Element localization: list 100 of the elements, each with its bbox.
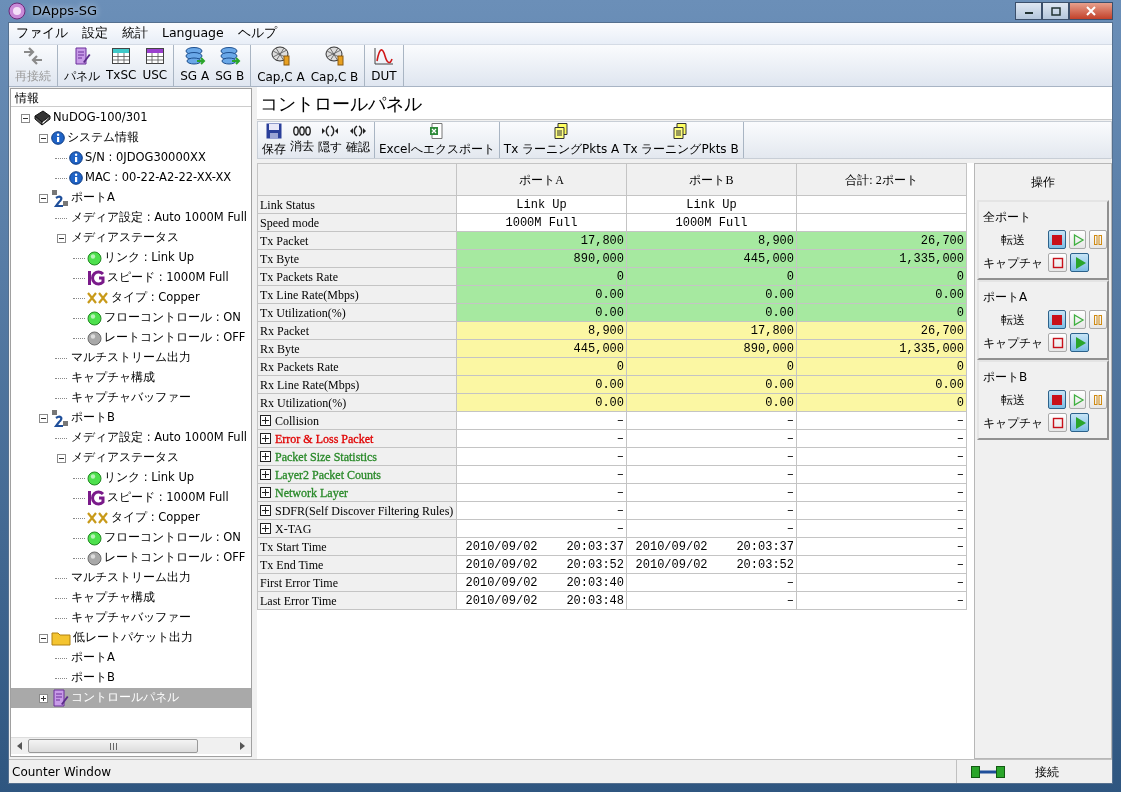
tree-item[interactable]: メディア設定 : Auto 1000M Full: [69, 209, 248, 227]
tree-item[interactable]: メディア設定 : Auto 1000M Full: [69, 429, 248, 447]
stop-button[interactable]: [1048, 230, 1066, 249]
play-button[interactable]: [1068, 390, 1087, 409]
collapse-toggle[interactable]: [56, 233, 66, 243]
expand-toggle[interactable]: [260, 469, 271, 480]
toolbar-button[interactable]: 隠す: [316, 122, 344, 158]
table-cell: 0: [956, 359, 964, 374]
collapse-toggle[interactable]: [20, 113, 30, 123]
toolbar-button[interactable]: Cap,C B: [307, 45, 362, 86]
table-cell: 2010/09/02 20:03:52: [635, 557, 794, 572]
table-cell: 2010/09/02 20:03:48: [465, 593, 624, 608]
expand-toggle[interactable]: [260, 505, 271, 516]
pause-button[interactable]: [1089, 230, 1107, 249]
tree-item[interactable]: ポートA: [69, 649, 115, 667]
close-button[interactable]: [1069, 2, 1113, 20]
tree-item[interactable]: フローコントロール : ON: [102, 529, 241, 547]
tree-item[interactable]: リンク : Link Up: [102, 249, 195, 267]
tree-item[interactable]: リンク : Link Up: [102, 469, 195, 487]
tree-item[interactable]: システム情報: [65, 129, 139, 147]
expand-toggle[interactable]: [260, 415, 271, 426]
pause-button[interactable]: [1089, 310, 1107, 329]
tree-item[interactable]: レートコントロール : OFF: [102, 329, 246, 347]
menu-item[interactable]: 設定: [75, 24, 115, 43]
toolbar-button[interactable]: Cap,C A: [254, 45, 308, 86]
expand-toggle[interactable]: [260, 451, 271, 462]
tree-item[interactable]: タイプ : Copper: [109, 509, 200, 527]
collapse-toggle[interactable]: [56, 453, 66, 463]
tree-item[interactable]: S/N : 0JDOG30000XX: [83, 149, 206, 167]
tree-item[interactable]: ポートB: [69, 409, 115, 427]
tree-item[interactable]: NuDOG-100/301: [51, 109, 148, 127]
toolbar-button[interactable]: Excelへエクスポート: [377, 122, 497, 158]
tree-item[interactable]: タイプ : Copper: [109, 289, 200, 307]
stop-button[interactable]: [1048, 253, 1067, 272]
table-cell: –: [956, 521, 964, 536]
toolbar-button[interactable]: USC: [139, 45, 171, 86]
table-cell: –: [786, 593, 794, 608]
pause-button[interactable]: [1089, 390, 1107, 409]
scroll-left-icon[interactable]: [17, 742, 22, 750]
toolbar-button[interactable]: 保存: [260, 122, 288, 158]
expand-toggle[interactable]: [260, 487, 271, 498]
toolbar-button[interactable]: SG B: [212, 45, 248, 86]
toolbar-button[interactable]: 消去: [288, 122, 316, 158]
tree-item[interactable]: ポートA: [69, 189, 115, 207]
collapse-toggle[interactable]: [38, 193, 48, 203]
tree-item[interactable]: マルチストリーム出力: [69, 569, 191, 587]
tree-item[interactable]: 低レートパケット出力: [71, 629, 193, 647]
menu-item[interactable]: Language: [155, 24, 231, 43]
table-cell: 8,900: [588, 323, 624, 338]
table-cell: 0.00: [765, 305, 794, 320]
play-button[interactable]: [1068, 310, 1087, 329]
tree-item[interactable]: メディアステータス: [69, 449, 179, 467]
tree-item[interactable]: キャプチャバッファー: [69, 389, 191, 407]
stop-button[interactable]: [1048, 333, 1067, 352]
table-cell: –: [956, 593, 964, 608]
toolbar-button[interactable]: 確認: [344, 122, 372, 158]
menu-item[interactable]: ファイル: [9, 24, 75, 43]
play-button[interactable]: [1070, 333, 1089, 352]
tree-item[interactable]: MAC : 00-22-A2-22-XX-XX: [83, 169, 232, 187]
collapse-toggle[interactable]: [38, 633, 48, 643]
tree-item[interactable]: スピード : 1000M Full: [105, 489, 229, 507]
stop-button[interactable]: [1048, 310, 1066, 329]
toolbar-button[interactable]: DUT: [368, 45, 400, 86]
toolbar-button[interactable]: SG A: [177, 45, 213, 86]
minimize-button[interactable]: [1015, 2, 1042, 20]
horizontal-scrollbar[interactable]: [11, 737, 251, 754]
maximize-button[interactable]: [1042, 2, 1069, 20]
menu-item[interactable]: 統計: [115, 24, 155, 43]
stop-button[interactable]: [1048, 390, 1066, 409]
tree-item[interactable]: スピード : 1000M Full: [105, 269, 229, 287]
toolbar-button[interactable]: パネル: [61, 45, 103, 86]
tree-item[interactable]: フローコントロール : ON: [102, 309, 241, 327]
collapse-toggle[interactable]: [38, 133, 48, 143]
maximize-icon: [1050, 6, 1061, 16]
table-cell: 2010/09/02 20:03:37: [465, 539, 624, 554]
menu-item[interactable]: ヘルプ: [230, 24, 284, 43]
play-button[interactable]: [1068, 230, 1087, 249]
expand-toggle[interactable]: [260, 523, 271, 534]
expand-toggle[interactable]: [38, 693, 48, 703]
play-button[interactable]: [1070, 413, 1089, 432]
pen-document-icon: [73, 46, 91, 65]
tree-item[interactable]: レートコントロール : OFF: [102, 549, 246, 567]
stop-button[interactable]: [1048, 413, 1067, 432]
play-button[interactable]: [1070, 253, 1089, 272]
toolbar-button[interactable]: Tx ラーニングPkts A: [501, 122, 622, 158]
table-cell: –: [956, 431, 964, 446]
scroll-right-icon[interactable]: [240, 742, 245, 750]
tree-item[interactable]: キャプチャバッファー: [69, 609, 191, 627]
tree-item[interactable]: ポートB: [69, 669, 115, 687]
expand-toggle[interactable]: [260, 433, 271, 444]
collapse-toggle[interactable]: [38, 413, 48, 423]
tree-item[interactable]: メディアステータス: [69, 229, 179, 247]
table-cell: –: [786, 521, 794, 536]
tree-item[interactable]: キャプチャ構成: [69, 589, 155, 607]
table-cell: 0: [786, 359, 794, 374]
tree-item[interactable]: キャプチャ構成: [69, 369, 155, 387]
table-cell: –: [616, 413, 624, 428]
toolbar-button[interactable]: TxSC: [103, 45, 140, 86]
toolbar-button[interactable]: Tx ラーニングPkts B: [621, 122, 741, 158]
tree-item[interactable]: マルチストリーム出力: [69, 349, 191, 367]
